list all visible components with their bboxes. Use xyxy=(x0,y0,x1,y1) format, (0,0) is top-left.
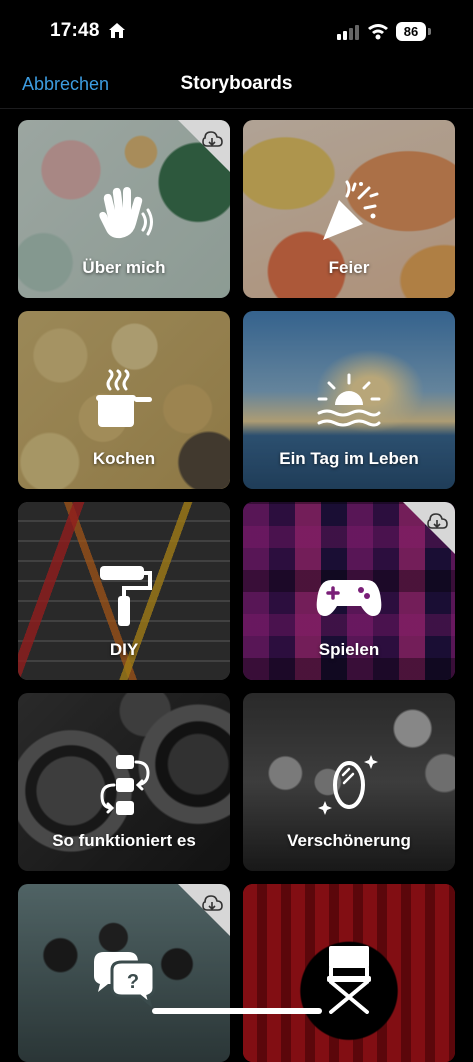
tile-label: DIY xyxy=(109,640,139,659)
battery-level: 86 xyxy=(396,22,426,41)
home-indicator[interactable] xyxy=(152,1008,322,1014)
process-steps-icon xyxy=(88,751,160,823)
cloud-download-icon[interactable] xyxy=(403,502,455,554)
tile-label: Über mich xyxy=(82,258,166,277)
paint-roller-icon xyxy=(88,560,160,632)
storyboard-tile-about-me[interactable]: Über mich xyxy=(18,120,230,298)
storyboard-tile-day-in-life[interactable]: Ein Tag im Leben xyxy=(243,311,455,489)
storyboard-tile-diy[interactable]: DIY xyxy=(18,502,230,680)
cloud-download-icon[interactable] xyxy=(178,884,230,936)
storyboard-tile-beauty[interactable]: Verschönerung xyxy=(243,693,455,871)
cooking-pot-icon xyxy=(88,369,160,441)
battery-tip xyxy=(428,28,431,35)
tile-label: Ein Tag im Leben xyxy=(279,449,419,468)
waving-hand-icon xyxy=(88,178,160,250)
cancel-button[interactable]: Abbrechen xyxy=(22,74,109,95)
tile-label: Feier xyxy=(328,258,370,277)
director-chair-icon xyxy=(313,942,385,1014)
page-title-text: Storyboards xyxy=(180,73,293,94)
party-popper-icon xyxy=(313,178,385,250)
sparkle-mirror-icon xyxy=(313,751,385,823)
storyboard-tile-interview[interactable]: ? xyxy=(18,884,230,1062)
cloud-download-icon[interactable] xyxy=(178,120,230,172)
tile-label: Kochen xyxy=(92,449,156,468)
gamepad-icon xyxy=(313,560,385,632)
navigation-bar: Abbrechen Storyboards xyxy=(0,64,473,109)
storyboard-tile-games[interactable]: Spielen xyxy=(243,502,455,680)
storyboard-tile-cooking[interactable]: Kochen xyxy=(18,311,230,489)
storyboard-tile-party[interactable]: Feier xyxy=(243,120,455,298)
svg-text:?: ? xyxy=(127,971,139,993)
status-time: 17:48 xyxy=(50,20,100,41)
sunset-icon xyxy=(313,369,385,441)
home-icon xyxy=(109,23,125,38)
battery-indicator: 86 xyxy=(396,22,432,41)
storyboard-tile-movie[interactable] xyxy=(243,884,455,1062)
tile-label: So funktioniert es xyxy=(52,831,196,850)
signal-icon xyxy=(337,25,359,40)
tile-label: Verschönerung xyxy=(287,831,411,850)
status-bar: 17:48 86 xyxy=(0,0,473,64)
speech-bubbles-question-icon: ? xyxy=(88,942,160,1014)
wifi-icon xyxy=(368,24,388,40)
storyboard-tile-how-it-works[interactable]: So funktioniert es xyxy=(18,693,230,871)
tile-label: Spielen xyxy=(318,640,380,659)
